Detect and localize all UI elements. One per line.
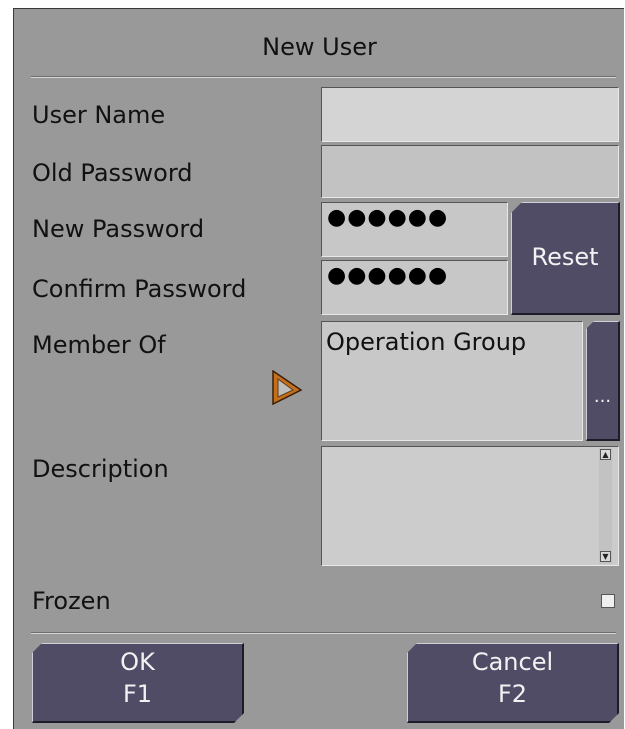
- cancel-shortcut: F2: [497, 680, 528, 708]
- scroll-up-arrow-icon[interactable]: ▲: [600, 449, 611, 460]
- description-scrollbar[interactable]: [599, 448, 612, 564]
- member-of-label: Member Of: [32, 331, 166, 359]
- old-password-input[interactable]: [321, 145, 619, 198]
- footer-separator: [31, 632, 616, 634]
- scroll-down-arrow-icon[interactable]: ▼: [600, 551, 611, 562]
- old-password-label: Old Password: [32, 159, 193, 187]
- confirm-password-input[interactable]: ●●●●●●: [321, 260, 508, 315]
- frozen-label: Frozen: [32, 587, 111, 615]
- confirm-password-label: Confirm Password: [32, 275, 247, 303]
- new-password-label: New Password: [32, 215, 205, 243]
- ok-label: OK: [120, 648, 155, 676]
- user-name-input[interactable]: [321, 87, 619, 142]
- reset-button[interactable]: Reset: [511, 202, 620, 315]
- ok-shortcut: F1: [122, 680, 153, 708]
- user-name-label: User Name: [32, 101, 166, 129]
- new-user-dialog: New User User Name Old Password New Pass…: [13, 8, 624, 729]
- frozen-checkbox[interactable]: [601, 594, 615, 608]
- cancel-label: Cancel: [471, 648, 554, 676]
- dialog-title: New User: [262, 33, 377, 61]
- pointer-arrow-icon: [272, 370, 303, 406]
- cancel-button[interactable]: Cancel F2: [407, 643, 619, 723]
- description-label: Description: [32, 455, 169, 483]
- member-of-browse-button[interactable]: ...: [586, 321, 620, 441]
- description-textarea[interactable]: [321, 446, 619, 566]
- new-password-input[interactable]: ●●●●●●: [321, 202, 508, 257]
- title-separator: [31, 76, 616, 78]
- ok-button[interactable]: OK F1: [32, 643, 244, 723]
- member-of-field[interactable]: Operation Group: [321, 321, 583, 441]
